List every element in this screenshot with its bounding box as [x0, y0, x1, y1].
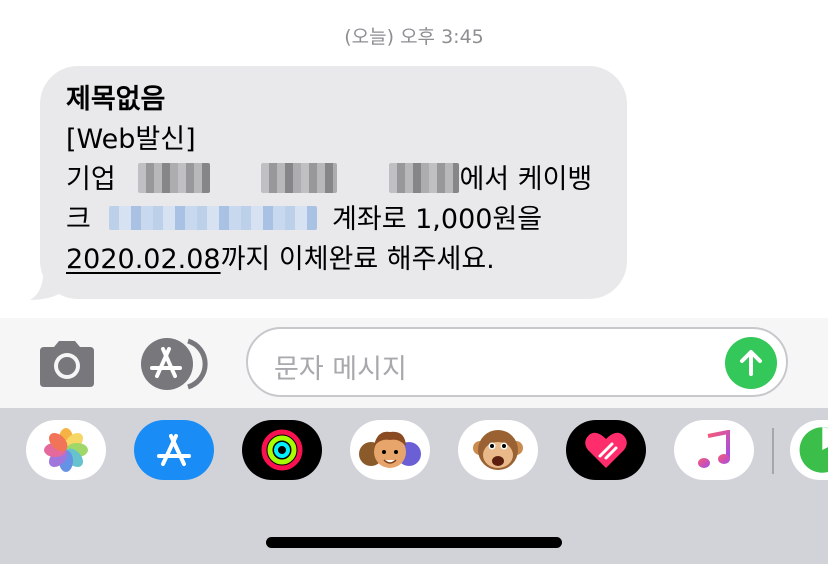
message-text: 에서 케이뱅 — [459, 164, 593, 195]
message-text: 크 — [66, 204, 91, 235]
arrow-up-icon — [740, 350, 762, 376]
received-message-bubble[interactable]: 제목없음 [Web발신] 기업 에서 케이뱅 크 계좌로 1,000원을 202… — [40, 66, 627, 299]
message-text: 기업 — [66, 164, 116, 195]
home-indicator — [266, 537, 562, 548]
message-subject: 제목없음 — [66, 84, 166, 115]
message-text: 계좌로 1,000원을 — [332, 204, 543, 235]
message-input[interactable]: 문자 메시지 — [246, 327, 788, 397]
photos-icon[interactable] — [26, 420, 106, 480]
redacted-text — [389, 163, 460, 193]
app-store-apps-icon[interactable] — [140, 337, 214, 391]
activity-icon[interactable] — [242, 420, 322, 480]
camera-icon[interactable] — [36, 339, 98, 389]
redacted-text — [138, 163, 211, 193]
message-text: 까지 이체완료 해주세요. — [220, 244, 495, 275]
music-icon[interactable] — [674, 420, 754, 480]
input-placeholder: 문자 메시지 — [274, 354, 407, 385]
message-timestamp: (오늘) 오후 3:45 — [344, 26, 484, 48]
send-button[interactable] — [725, 337, 777, 389]
redacted-account-number — [109, 206, 318, 230]
memoji-icon[interactable] — [350, 420, 430, 480]
message-line-account: 크 계좌로 1,000원을 — [66, 200, 603, 240]
date-link[interactable]: 2020.02.08 — [66, 244, 221, 275]
message-line-date: 2020.02.08까지 이체완료 해주세요. — [66, 240, 603, 280]
digital-touch-icon[interactable] — [566, 420, 646, 480]
drawer-divider — [772, 428, 774, 474]
animoji-monkey-icon[interactable] — [458, 420, 538, 480]
message-line-web: [Web발신] — [66, 124, 196, 155]
redacted-text — [260, 163, 337, 193]
message-line-bank: 기업 에서 케이뱅 — [66, 160, 603, 200]
app-store-icon[interactable] — [134, 420, 214, 480]
